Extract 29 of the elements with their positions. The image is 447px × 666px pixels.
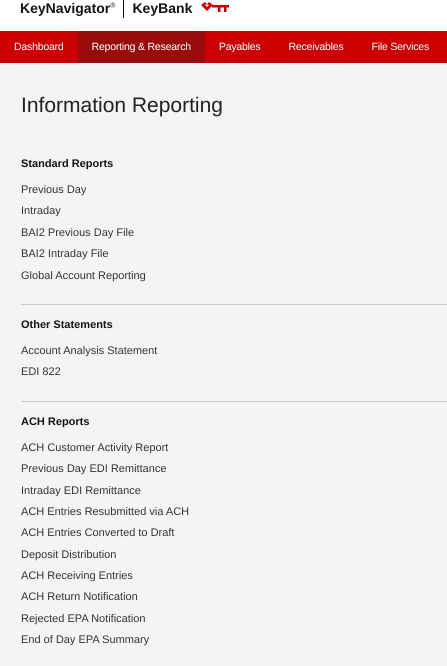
report-link[interactable]: EDI 822 (21, 365, 61, 380)
section-heading: ACH Reports (21, 414, 90, 429)
key-icon (200, 2, 230, 14)
report-link[interactable]: Account Analysis Statement (21, 344, 158, 358)
report-link[interactable]: ACH Customer Activity Report (21, 440, 168, 455)
report-link[interactable]: ACH Return Notification (21, 590, 138, 604)
section-heading: Other Statements (21, 318, 114, 332)
report-link[interactable]: ACH Receiving Entries (21, 569, 133, 584)
report-link[interactable]: Intraday EDI Remittance (21, 484, 141, 498)
nav-tab[interactable]: Payables (204, 31, 274, 63)
nav-tab[interactable]: Dashboard (0, 31, 78, 63)
report-link[interactable]: Intraday (21, 204, 61, 218)
report-link[interactable]: Global Account Reporting (21, 268, 146, 283)
report-link[interactable]: End of Day EPA Summary (21, 633, 150, 648)
section-heading: Standard Reports (21, 157, 114, 171)
nav-tab[interactable]: File Services (358, 31, 443, 63)
report-link[interactable]: Previous Day (21, 183, 86, 197)
report-link[interactable]: BAI2 Intraday File (21, 247, 108, 262)
report-link[interactable]: ACH Entries Resubmitted via ACH (21, 504, 190, 519)
report-link[interactable]: Rejected EPA Notification (21, 612, 146, 626)
bank-logo: KeyBank (132, 0, 192, 16)
page-title: Information Reporting (21, 93, 224, 119)
report-link[interactable]: BAI2 Previous Day File (21, 226, 134, 240)
report-link[interactable]: ACH Entries Converted to Draft (21, 526, 174, 540)
nav-tab[interactable]: Receivables (274, 31, 358, 63)
product-logo: KeyNavigator$^{®}$ (20, 0, 116, 16)
report-link[interactable]: Previous Day EDI Remittance (21, 462, 166, 476)
nav-tab[interactable]: Reporting & Research (78, 31, 205, 63)
report-link[interactable]: Deposit Distribution (21, 548, 116, 562)
